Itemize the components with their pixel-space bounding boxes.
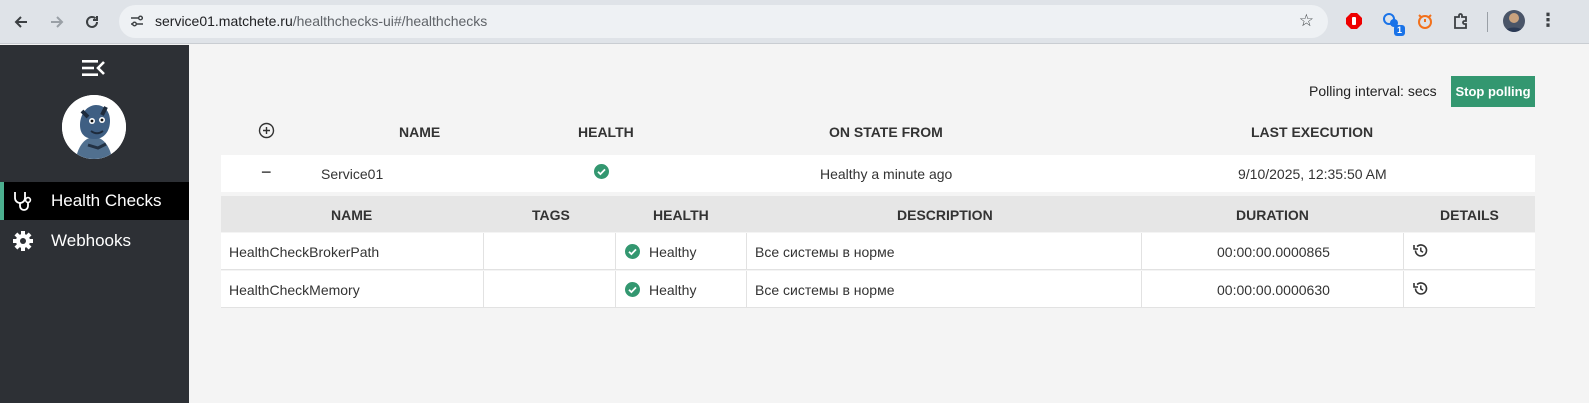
check-health: Healthy [649,282,697,298]
site-settings-icon[interactable] [129,13,145,29]
sidebar-item-label: Health Checks [51,191,162,210]
address-bar[interactable]: service01.matchete.ru/healthchecks-ui#/h… [119,5,1328,38]
toolbar-divider [1487,12,1488,32]
url-path: /healthchecks-ui#/healthchecks [292,13,488,29]
adblock-extension-icon[interactable] [1343,10,1365,32]
browser-toolbar: service01.matchete.ru/healthchecks-ui#/h… [0,0,1589,44]
sidebar-item-health-checks[interactable]: Health Checks [0,182,189,220]
mascot-logo [62,95,126,159]
timer-extension-icon[interactable] [1414,10,1436,32]
sidebar-item-webhooks[interactable]: Webhooks [0,222,189,260]
details-header-tags: TAGS [532,207,570,223]
column-header-on-state-from: ON STATE FROM [829,124,943,140]
service-name: Service01 [321,166,384,182]
check-duration: 00:00:00.0000630 [1217,282,1330,298]
extensions-puzzle-icon[interactable] [1450,10,1472,32]
check-name: HealthCheckBrokerPath [229,244,380,260]
sidebar: Health Checks Webhooks [0,45,189,403]
column-header-health: HEALTH [578,124,634,140]
details-header-details: DETAILS [1440,207,1499,223]
details-header-name: NAME [331,207,373,223]
table-row: HealthCheckMemory Healthy Все системы в … [221,271,1535,308]
polling-interval-label: Polling interval: secs [1309,83,1437,99]
back-arrow-icon [14,16,27,28]
healthy-check-icon [594,164,609,179]
url-host: service01.matchete.ru [155,13,293,29]
url-text: service01.matchete.ru/healthchecks-ui#/h… [155,13,487,29]
details-header-health: HEALTH [653,207,709,223]
bookmark-star-icon[interactable]: ☆ [1299,11,1314,31]
service-last-execution: 9/10/2025, 12:35:50 AM [1238,166,1387,182]
browser-menu-icon[interactable]: ⋮ [1539,10,1557,31]
forward-button[interactable] [44,9,70,35]
details-header-duration: DURATION [1236,207,1309,223]
column-header-last-execution: LAST EXECUTION [1251,124,1374,140]
check-description: Все системы в норме [755,244,895,260]
collapse-icon[interactable]: − [261,163,273,181]
details-table-header: NAME TAGS HEALTH DESCRIPTION DURATION DE… [221,196,1535,232]
history-icon[interactable] [1412,280,1429,297]
back-button[interactable] [8,9,34,35]
check-name: HealthCheckMemory [229,282,360,298]
service-on-state-from: Healthy a minute ago [820,166,953,182]
reload-button[interactable] [79,9,105,35]
check-health: Healthy [649,244,697,260]
column-header-name: NAME [399,124,441,140]
gear-icon [13,231,33,251]
collapse-menu-icon[interactable] [80,58,106,78]
network-extension-icon[interactable]: 1 [1380,10,1405,36]
forward-arrow-icon [51,16,64,28]
profile-avatar[interactable] [1503,10,1525,32]
details-header-description: DESCRIPTION [897,207,993,223]
check-duration: 00:00:00.0000865 [1217,244,1330,260]
stethoscope-icon [14,192,32,211]
history-icon[interactable] [1412,242,1429,259]
extension-badge: 1 [1393,25,1405,36]
reload-icon [86,15,98,28]
stop-polling-button[interactable]: Stop polling [1451,76,1535,107]
healthy-check-icon [625,244,640,259]
expand-all-icon[interactable] [258,122,275,139]
healthy-check-icon [625,282,640,297]
service-row[interactable]: − Service01 Healthy a minute ago 9/10/20… [221,155,1535,192]
sidebar-item-label: Webhooks [51,231,132,250]
table-row: HealthCheckBrokerPath Healthy Все систем… [221,233,1535,270]
check-description: Все системы в норме [755,282,895,298]
